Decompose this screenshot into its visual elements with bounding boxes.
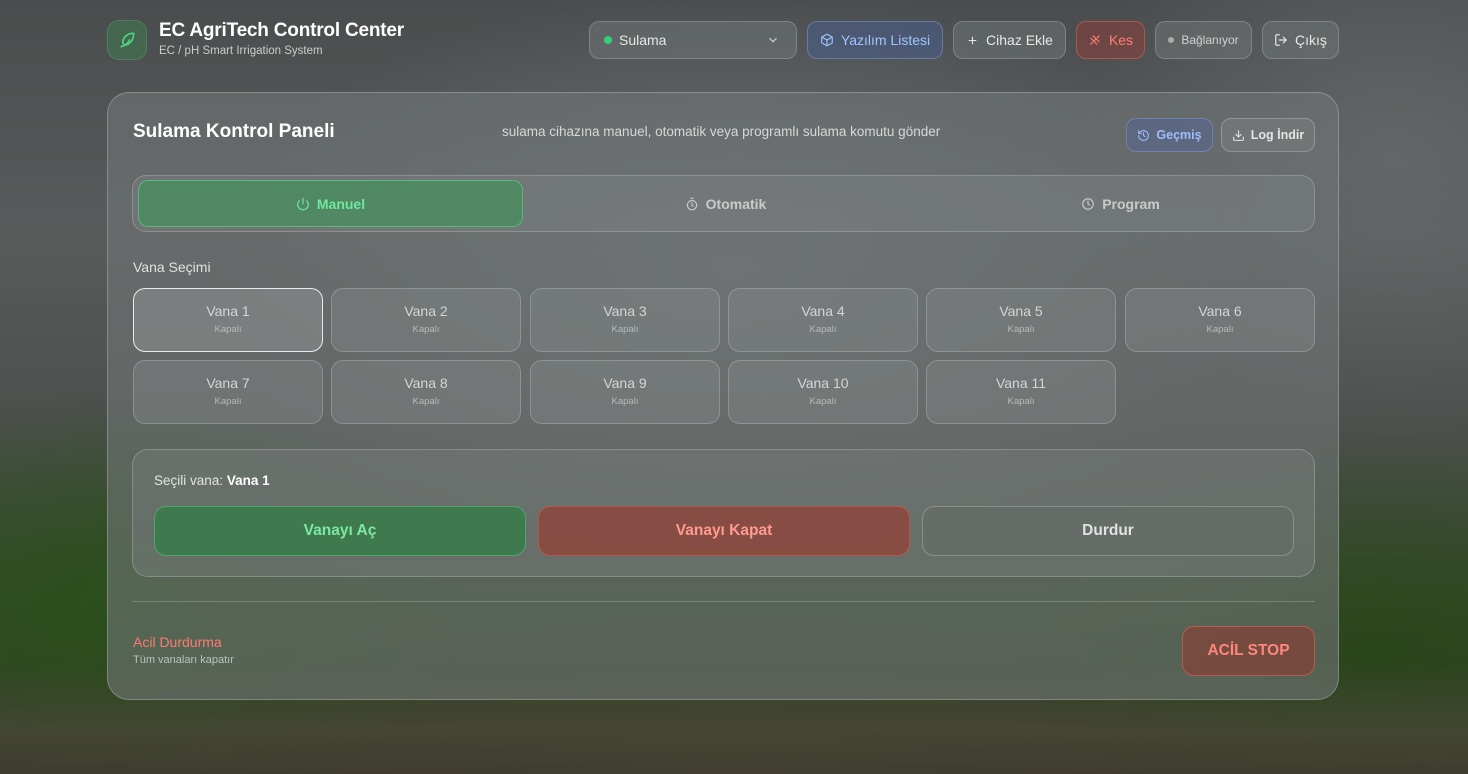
selected-valve-value: Vana 1 [226, 473, 270, 488]
valve-state: Kapalı [611, 396, 639, 407]
open-valve-button[interactable]: Vanayı Aç [154, 506, 526, 556]
add-device-button[interactable]: Cihaz Ekle [953, 21, 1066, 59]
valve-state: Kapalı [809, 324, 837, 335]
valve-card-9[interactable]: Vana 9 Kapalı [530, 360, 720, 424]
emergency-stop-title: Acil Durdurma [133, 634, 222, 650]
download-log-label: Log İndir [1250, 128, 1305, 142]
valve-card-11[interactable]: Vana 11 Kapalı [926, 360, 1116, 424]
selected-valve-label: Seçili vana: [154, 473, 224, 488]
divider [132, 601, 1315, 602]
emergency-stop-button[interactable]: ACİL STOP [1182, 626, 1315, 676]
device-select[interactable]: Sulama [589, 21, 797, 59]
valve-name: Vana 2 [404, 303, 448, 319]
connection-status-dot [1168, 37, 1175, 43]
valve-card-7[interactable]: Vana 7 Kapalı [133, 360, 323, 424]
logout-icon [1275, 34, 1287, 46]
close-valve-button[interactable]: Vanayı Kapat [538, 506, 910, 556]
add-device-label: Cihaz Ekle [986, 32, 1053, 48]
valve-card-10[interactable]: Vana 10 Kapalı [728, 360, 918, 424]
valve-name: Vana 3 [603, 303, 647, 319]
device-status-dot [604, 36, 612, 44]
download-icon [1232, 129, 1244, 141]
stop-button[interactable]: Durdur [922, 506, 1294, 556]
download-log-button[interactable]: Log İndir [1221, 118, 1315, 152]
valve-card-3[interactable]: Vana 3 Kapalı [530, 288, 720, 352]
selected-valve-controls: Seçili vana: Vana 1 Vanayı Aç Vanayı Kap… [132, 449, 1315, 577]
clock-icon [1082, 197, 1095, 210]
valve-name: Vana 6 [1198, 303, 1242, 319]
connection-status: Bağlanıyor [1155, 21, 1252, 59]
valve-state: Kapalı [611, 324, 639, 335]
chevron-down-icon [769, 37, 777, 43]
logout-button[interactable]: Çıkış [1262, 21, 1339, 59]
connection-status-label: Bağlanıyor [1181, 33, 1239, 47]
valve-name: Vana 1 [206, 303, 250, 319]
valve-name: Vana 10 [797, 375, 849, 391]
tab-program[interactable]: Program [928, 180, 1313, 227]
valve-card-5[interactable]: Vana 5 Kapalı [926, 288, 1116, 352]
history-label: Geçmiş [1156, 128, 1202, 142]
disconnect-label: Kes [1108, 32, 1134, 48]
history-icon [1138, 129, 1150, 141]
app-subtitle: EC / pH Smart Irrigation System [159, 45, 323, 57]
valve-section-label: Vana Seçimi [133, 259, 211, 275]
valve-card-4[interactable]: Vana 4 Kapalı [728, 288, 918, 352]
valve-name: Vana 8 [404, 375, 448, 391]
valve-state: Kapalı [1206, 324, 1234, 335]
app-title: EC AgriTech Control Center [159, 20, 404, 41]
logout-label: Çıkış [1295, 32, 1327, 48]
valve-state: Kapalı [412, 324, 440, 335]
emergency-stop-subtitle: Tüm vanaları kapatır [133, 654, 234, 666]
leaf-icon [120, 32, 135, 48]
mode-tabs: Manuel Otomatik Program [132, 175, 1315, 232]
valve-state: Kapalı [214, 396, 242, 407]
valve-state: Kapalı [809, 396, 837, 407]
valve-state: Kapalı [214, 324, 242, 335]
tab-program-label: Program [1102, 195, 1160, 212]
valve-card-6[interactable]: Vana 6 Kapalı [1125, 288, 1315, 352]
valve-name: Vana 7 [206, 375, 250, 391]
valve-card-8[interactable]: Vana 8 Kapalı [331, 360, 521, 424]
valve-name: Vana 5 [999, 303, 1043, 319]
software-list-button[interactable]: Yazılım Listesi [807, 21, 943, 59]
selected-valve-text: Seçili vana: Vana 1 [154, 473, 270, 488]
unplug-icon [1090, 35, 1100, 45]
valve-state: Kapalı [412, 396, 440, 407]
panel-title: Sulama Kontrol Paneli [133, 121, 335, 142]
top-bar: EC AgriTech Control Center EC / pH Smart… [0, 0, 1468, 80]
valve-name: Vana 11 [995, 375, 1047, 391]
history-button[interactable]: Geçmiş [1126, 118, 1213, 152]
irrigation-control-panel: Sulama Kontrol Paneli sulama cihazına ma… [107, 92, 1339, 700]
valve-card-2[interactable]: Vana 2 Kapalı [331, 288, 521, 352]
timer-icon [686, 197, 697, 210]
brand-logo [107, 20, 147, 60]
valve-name: Vana 4 [801, 303, 845, 319]
panel-description: sulama cihazına manuel, otomatik veya pr… [502, 124, 941, 139]
tab-manual-label: Manuel [316, 195, 366, 212]
valve-state: Kapalı [1007, 324, 1035, 335]
valve-state: Kapalı [1007, 396, 1035, 407]
tab-automatic-label: Otomatik [705, 195, 767, 212]
package-icon [821, 33, 833, 47]
device-select-value: Sulama [619, 32, 667, 48]
disconnect-button[interactable]: Kes [1076, 21, 1145, 59]
tab-automatic[interactable]: Otomatik [533, 180, 918, 227]
plus-icon [968, 36, 977, 44]
tab-manual[interactable]: Manuel [138, 180, 523, 227]
valve-name: Vana 9 [603, 375, 647, 391]
power-icon [297, 197, 309, 210]
software-list-label: Yazılım Listesi [840, 32, 931, 48]
valve-card-1[interactable]: Vana 1 Kapalı [133, 288, 323, 352]
